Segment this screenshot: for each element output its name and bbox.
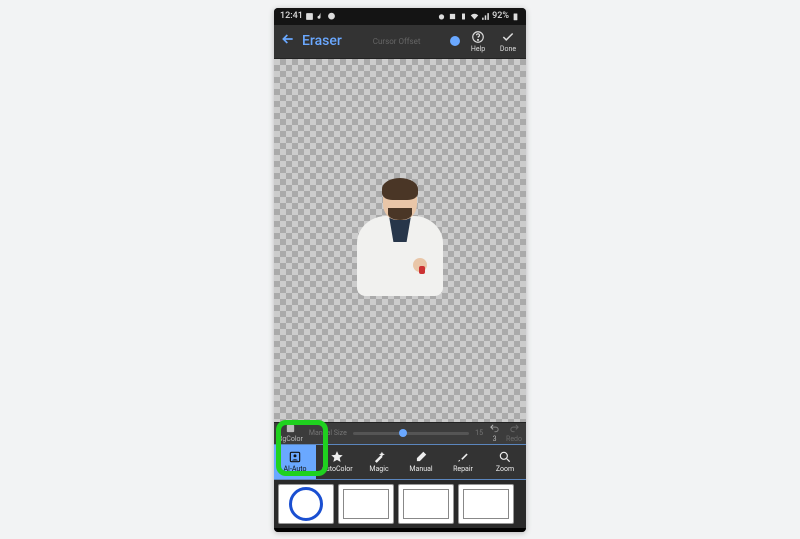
phone-screen: 12:41 92% Eraser Cursor Offset Help: [274, 8, 526, 532]
messenger-icon: [327, 12, 336, 21]
wand-icon: [372, 450, 386, 464]
control-strip: BgColor Manual Size 15 3 Redo: [274, 422, 526, 444]
signal-icon: [481, 12, 490, 21]
size-slider-label: Manual Size: [309, 429, 347, 437]
editing-canvas[interactable]: [274, 59, 526, 422]
thumbnail-item[interactable]: [458, 484, 514, 524]
help-button[interactable]: Help: [466, 30, 490, 53]
thumbnail-item[interactable]: [398, 484, 454, 524]
tool-zoom[interactable]: Zoom: [484, 445, 526, 479]
tiktok-icon: [316, 12, 325, 21]
undo-button[interactable]: 3: [489, 423, 500, 443]
brush-icon: [456, 450, 470, 464]
bgcolor-button[interactable]: BgColor: [278, 423, 303, 443]
tool-ai-auto[interactable]: AI-Auto: [274, 445, 316, 479]
app-header: Eraser Cursor Offset Help Done: [274, 25, 526, 59]
alarm-icon: [437, 12, 446, 21]
page-title: Eraser: [302, 33, 349, 49]
tool-repair[interactable]: Repair: [442, 445, 484, 479]
vibrate-icon: [459, 12, 468, 21]
status-battery-text: 92%: [492, 11, 509, 21]
back-icon[interactable]: [280, 31, 296, 51]
redo-button[interactable]: Redo: [506, 423, 522, 443]
eraser-icon: [414, 450, 428, 464]
status-bar: 12:41 92%: [274, 8, 526, 25]
status-time: 12:41: [280, 11, 303, 21]
size-slider[interactable]: [353, 432, 469, 435]
magnifier-icon: [498, 450, 512, 464]
tool-magic[interactable]: Magic: [358, 445, 400, 479]
thumbnail-item[interactable]: [338, 484, 394, 524]
header-slider-label: Cursor Offset: [349, 37, 444, 46]
nfc-icon: [448, 12, 457, 21]
soft-nav-bar: [274, 528, 526, 532]
size-slider-value: 15: [475, 429, 483, 437]
subject-cutout: [357, 180, 443, 300]
battery-icon: [511, 12, 520, 21]
wifi-icon: [470, 12, 479, 21]
thumbnail-strip[interactable]: [274, 480, 526, 528]
offset-slider-thumb[interactable]: [450, 36, 460, 46]
tool-auto-color[interactable]: AutoColor: [316, 445, 358, 479]
thumbnail-item[interactable]: [278, 484, 334, 524]
ai-auto-icon: [288, 450, 302, 464]
tool-manual[interactable]: Manual: [400, 445, 442, 479]
image-icon: [305, 12, 314, 21]
done-button[interactable]: Done: [496, 30, 520, 53]
star-icon: [330, 450, 344, 464]
tool-row: AI-Auto AutoColor Magic Manual Repair Zo…: [274, 444, 526, 480]
